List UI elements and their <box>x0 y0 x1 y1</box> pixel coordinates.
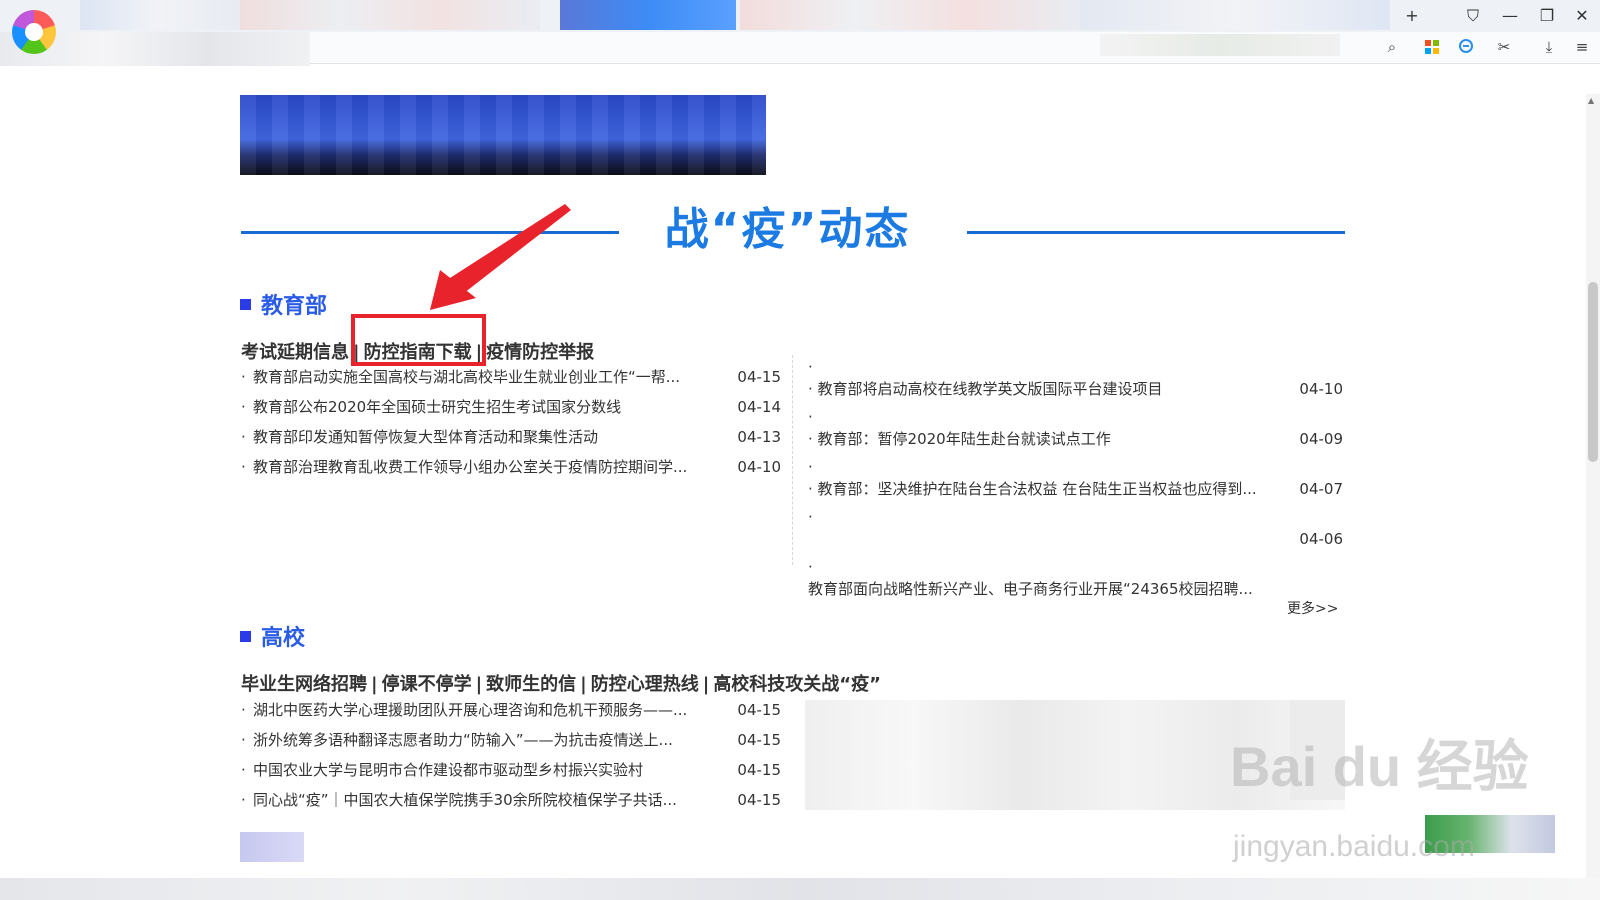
news-title[interactable]: 教育部启动实施全国高校与湖北高校毕业生就业创业工作“一帮... <box>253 362 725 392</box>
browser-logo-icon[interactable] <box>12 10 56 54</box>
news-title[interactable]: · 教育部将启动高校在线教学英文版国际平台建设项目 <box>808 378 1278 400</box>
news-date: 04-10 <box>1299 380 1343 398</box>
list-item[interactable]: · 教育部公布2020年全国硕士研究生招生考试国家分数线 04-14 <box>241 392 781 422</box>
news-date: 04-15 <box>737 761 781 779</box>
toolbar-blurred <box>1100 34 1340 56</box>
title-divider-right <box>967 231 1345 234</box>
watermark-main: Bai du 经验 <box>1230 735 1529 798</box>
screenshot-cut-icon[interactable]: ✂ <box>1492 36 1516 58</box>
news-title[interactable]: 教育部公布2020年全国硕士研究生招生考试国家分数线 <box>253 392 725 422</box>
adblock-icon[interactable] <box>1459 39 1473 53</box>
news-date: 04-14 <box>737 398 781 416</box>
news-date: 04-07 <box>1299 480 1343 498</box>
close-button[interactable]: ✕ <box>1568 4 1596 28</box>
link-graduate-recruitment[interactable]: 毕业生网络招聘 <box>241 674 367 695</box>
restore-button[interactable]: ❐ <box>1533 4 1561 28</box>
red-arrow-annotation <box>430 204 571 310</box>
scrollbar-thumb[interactable] <box>1588 282 1598 462</box>
news-title[interactable]: 同心战“疫”｜中国农大植保学院携手30余所院校植保学子共话... <box>253 785 725 815</box>
list-item[interactable]: · 中国农业大学与昆明市合作建设都市驱动型乡村振兴实验村 04-15 <box>241 755 781 785</box>
news-date: 04-10 <box>737 458 781 476</box>
news-date: 04-06 <box>1299 530 1343 548</box>
news-date: 04-13 <box>737 428 781 446</box>
tab-blurred[interactable] <box>80 0 240 30</box>
news-title-text[interactable]: 教育部：坚决维护在陆台生合法权益 在台陆生正当权益也应得到... <box>818 480 1257 498</box>
education-news-left: · 教育部启动实施全国高校与湖北高校毕业生就业创业工作“一帮... 04-15 ·… <box>241 362 781 482</box>
skin-icon[interactable]: ⛉ <box>1459 4 1487 28</box>
scroll-up-arrow-icon[interactable]: ▲ <box>1588 96 1594 105</box>
link-online-classes[interactable]: 停课不停学 <box>382 674 472 695</box>
news-title[interactable]: 教育部面向战略性新兴产业、电子商务行业开展“24365校园招聘... <box>808 578 1278 600</box>
column-divider <box>792 355 794 565</box>
link-separator: | <box>475 674 483 695</box>
list-item[interactable]: · 教育部印发通知暂停恢复大型体育活动和聚集性活动 04-13 <box>241 422 781 452</box>
news-title[interactable]: · 教育部：坚决维护在陆台生合法权益 在台陆生正当权益也应得到... <box>808 478 1278 500</box>
tab-blurred[interactable] <box>1080 0 1390 30</box>
link-research-fight[interactable]: 高校科技攻关战“疫” <box>713 674 881 695</box>
minimize-button[interactable]: — <box>1496 4 1524 28</box>
download-icon[interactable]: ⤓ <box>1537 36 1561 58</box>
list-item[interactable]: · 湖北中医药大学心理援助团队开展心理咨询和危机干预服务——... 04-15 <box>241 695 781 725</box>
bullet-dot: · <box>808 458 813 476</box>
news-title[interactable]: 湖北中医药大学心理援助团队开展心理咨询和危机干预服务——... <box>253 695 725 725</box>
list-item[interactable]: · 教育部面向战略性新兴产业、电子商务行业开展“24365校园招聘... <box>808 560 1343 610</box>
scrollbar-track[interactable] <box>1586 94 1600 900</box>
highlight-box-annotation <box>351 314 486 366</box>
list-item[interactable]: · 教育部启动实施全国高校与湖北高校毕业生就业创业工作“一帮... 04-15 <box>241 362 781 392</box>
universities-news-left: · 湖北中医药大学心理援助团队开展心理咨询和危机干预服务——... 04-15 ·… <box>241 695 781 815</box>
news-title[interactable]: 教育部治理教育乱收费工作领导小组办公室关于疫情防控期间学... <box>253 452 725 482</box>
bullet-dot: · <box>808 558 813 576</box>
tab-blurred[interactable] <box>240 0 540 30</box>
tab-active-blurred[interactable] <box>560 0 736 30</box>
news-title[interactable]: 浙外统筹多语种翻译志愿者助力“防输入”——为抗击疫情送上... <box>253 725 725 755</box>
list-item[interactable]: · · 教育部：暂停2020年陆生赴台就读试点工作 04-09 <box>808 410 1343 460</box>
link-separator: | <box>580 674 587 695</box>
more-link[interactable]: 更多>> <box>1287 598 1338 618</box>
list-item[interactable]: · · 教育部将启动高校在线教学英文版国际平台建设项目 04-10 <box>808 360 1343 410</box>
section-title: 战“疫”动态 <box>664 204 911 255</box>
education-heading: 教育部 <box>240 288 327 320</box>
link-epidemic-report[interactable]: 疫情防控举报 <box>486 342 594 363</box>
list-item[interactable]: · 教育部治理教育乱收费工作领导小组办公室关于疫情防控期间学... 04-10 <box>241 452 781 482</box>
list-item[interactable]: · 同心战“疫”｜中国农大植保学院携手30余所院校植保学子共话... 04-15 <box>241 785 781 815</box>
list-item[interactable]: · · 教育部：坚决维护在陆台生合法权益 在台陆生正当权益也应得到... 04-… <box>808 460 1343 510</box>
news-date: 04-15 <box>737 731 781 749</box>
news-date: 04-15 <box>737 368 781 386</box>
watermark-url: jingyan.baidu.com <box>1233 830 1475 863</box>
search-icon[interactable]: ⌕ <box>1380 36 1404 58</box>
education-heading-label: 教育部 <box>261 294 328 319</box>
universities-heading: 高校 <box>240 620 305 652</box>
link-separator: | <box>702 674 710 695</box>
bullet-dot: · <box>808 358 813 376</box>
news-title-text[interactable]: 教育部：暂停2020年陆生赴台就读试点工作 <box>818 430 1111 448</box>
link-exam-delay[interactable]: 考试延期信息 <box>241 342 349 363</box>
new-tab-button[interactable]: + <box>1398 4 1426 28</box>
status-bar-blurred <box>0 878 1600 900</box>
tab-blurred[interactable] <box>740 0 1080 30</box>
square-bullet-icon <box>240 299 251 310</box>
apps-icon[interactable] <box>1425 40 1439 54</box>
square-bullet-icon <box>240 631 251 642</box>
banner-image-blurred <box>240 95 766 175</box>
link-letter-to-teachers[interactable]: 致师生的信 <box>486 674 576 695</box>
menu-icon[interactable]: ≡ <box>1570 36 1594 58</box>
news-title[interactable]: 教育部印发通知暂停恢复大型体育活动和聚集性活动 <box>253 422 725 452</box>
list-item[interactable]: · 浙外统筹多语种翻译志愿者助力“防输入”——为抗击疫情送上... 04-15 <box>241 725 781 755</box>
footer-blurred <box>240 832 304 862</box>
universities-links: 毕业生网络招聘 | 停课不停学 | 致师生的信 | 防控心理热线 | 高校科技攻关战“疫” <box>241 670 881 696</box>
news-title[interactable]: · 教育部：暂停2020年陆生赴台就读试点工作 <box>808 428 1278 450</box>
list-item[interactable]: · 04-06 <box>808 510 1343 560</box>
universities-heading-label: 高校 <box>261 626 306 651</box>
news-title[interactable]: 中国农业大学与昆明市合作建设都市驱动型乡村振兴实验村 <box>253 755 725 785</box>
bullet-dot: · <box>808 508 813 526</box>
link-psychology-hotline[interactable]: 防控心理热线 <box>591 674 699 695</box>
bullet-dot: · <box>808 408 813 426</box>
news-date: 04-15 <box>737 791 781 809</box>
news-date: 04-15 <box>737 701 781 719</box>
news-title-text[interactable]: 教育部将启动高校在线教学英文版国际平台建设项目 <box>818 380 1163 398</box>
link-separator: | <box>371 674 378 695</box>
news-date: 04-09 <box>1299 430 1343 448</box>
